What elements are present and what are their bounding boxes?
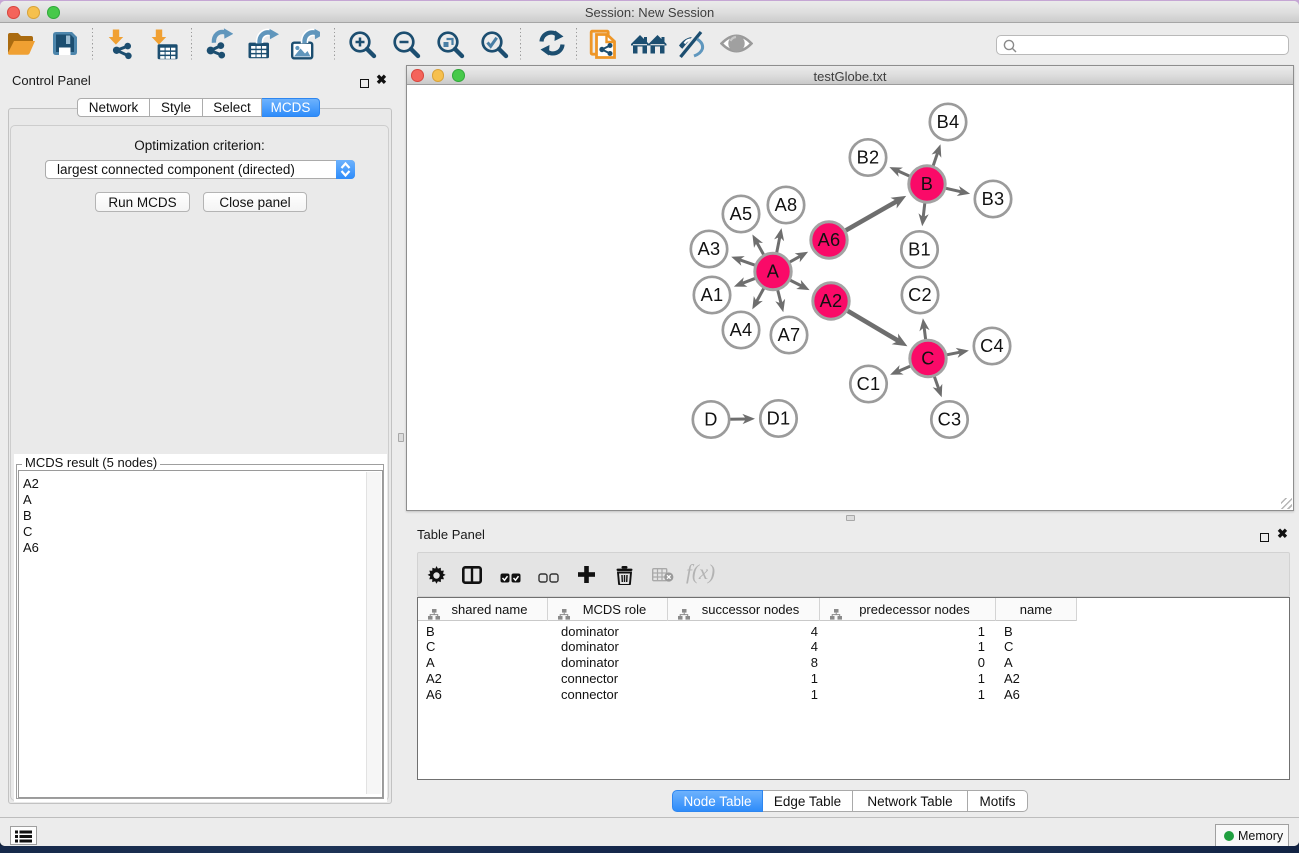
svg-text:B: B: [921, 174, 933, 194]
svg-text:B2: B2: [857, 148, 880, 168]
svg-text:A: A: [767, 262, 780, 282]
svg-text:A8: A8: [775, 195, 798, 215]
svg-text:B3: B3: [982, 189, 1005, 209]
svg-text:D1: D1: [767, 409, 791, 429]
svg-text:A2: A2: [820, 291, 843, 311]
svg-text:C3: C3: [938, 410, 962, 430]
svg-text:D: D: [704, 410, 717, 430]
svg-text:A1: A1: [701, 285, 724, 305]
svg-text:C1: C1: [857, 374, 881, 394]
svg-text:A7: A7: [778, 325, 801, 345]
svg-text:A4: A4: [730, 320, 753, 340]
svg-text:C4: C4: [980, 336, 1004, 356]
svg-text:A3: A3: [698, 239, 721, 259]
svg-text:B4: B4: [937, 112, 960, 132]
svg-text:C2: C2: [908, 285, 932, 305]
svg-text:B1: B1: [908, 240, 931, 260]
svg-text:A6: A6: [818, 230, 841, 250]
svg-text:A5: A5: [730, 204, 753, 224]
svg-text:C: C: [921, 349, 934, 369]
